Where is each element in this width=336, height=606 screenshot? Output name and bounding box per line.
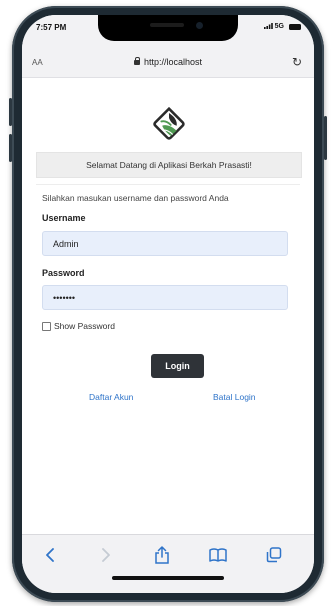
power-button — [324, 116, 327, 160]
tabs-icon[interactable] — [264, 545, 284, 565]
bookmarks-icon[interactable] — [208, 545, 228, 565]
network-label: 5G — [274, 23, 284, 30]
register-link[interactable]: Daftar Akun — [89, 392, 133, 402]
lock-icon — [133, 57, 140, 65]
cancel-login-link[interactable]: Batal Login — [213, 392, 256, 402]
volume-up-button — [9, 98, 12, 126]
front-camera — [196, 22, 203, 29]
back-icon[interactable] — [40, 545, 60, 565]
url-text: http://localhost — [143, 57, 203, 67]
volume-down-button — [9, 134, 12, 162]
show-password-toggle[interactable]: Show Password — [42, 321, 115, 331]
browser-toolbar — [22, 534, 314, 593]
forward-icon[interactable] — [96, 545, 116, 565]
show-password-checkbox[interactable] — [42, 321, 51, 331]
status-time: 7:57 PM — [36, 23, 67, 32]
login-button[interactable]: Login — [151, 354, 204, 378]
password-label: Password — [42, 268, 85, 278]
url-display[interactable]: http://localhost — [22, 57, 314, 67]
app-logo — [153, 107, 185, 140]
login-instructions: Silahkan masukan username dan password A… — [42, 193, 229, 203]
welcome-banner: Selamat Datang di Aplikasi Berkah Prasas… — [36, 152, 302, 178]
username-input[interactable] — [42, 231, 288, 256]
reload-icon[interactable]: ↻ — [292, 55, 302, 69]
signal-icon — [263, 23, 273, 30]
battery-icon — [289, 24, 301, 30]
divider — [36, 184, 300, 185]
notch — [98, 15, 238, 41]
screen: 7:57 PM 5G AA http://localhost ↻ Selamat… — [22, 15, 314, 593]
show-password-label: Show Password — [54, 321, 115, 331]
share-icon[interactable] — [152, 545, 172, 565]
network-indicator: 5G — [263, 23, 284, 30]
home-indicator[interactable] — [112, 576, 224, 580]
speaker-grille — [150, 23, 184, 27]
password-input[interactable] — [42, 285, 288, 310]
username-label: Username — [42, 213, 86, 223]
address-bar[interactable]: AA http://localhost ↻ — [22, 51, 314, 78]
